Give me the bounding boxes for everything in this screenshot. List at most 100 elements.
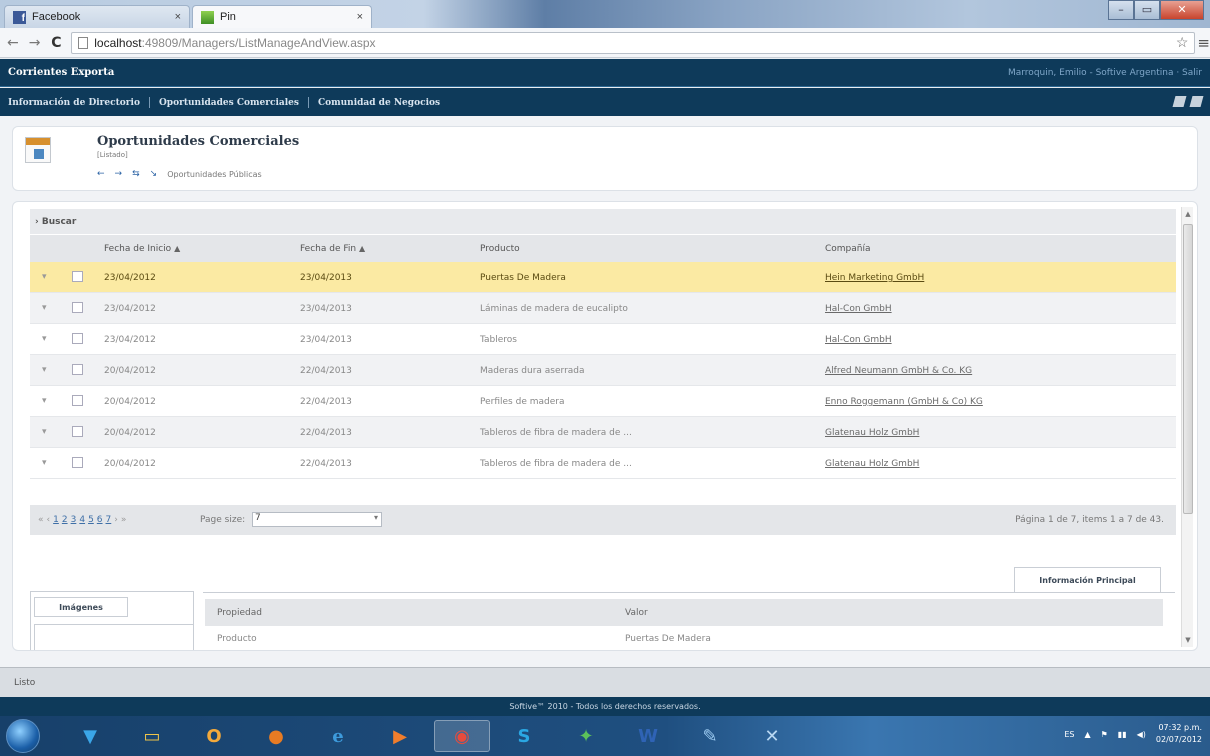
- close-window-button[interactable]: ✕: [1160, 0, 1204, 20]
- public-opportunities-link[interactable]: Oportunidades Públicas: [167, 170, 262, 179]
- row-checkbox[interactable]: [72, 457, 83, 468]
- expand-icon[interactable]: ▾: [42, 427, 47, 437]
- next-page-icon[interactable]: ›: [114, 515, 118, 525]
- scroll-down-icon[interactable]: ▼: [1182, 636, 1194, 644]
- table-row[interactable]: ▾ 20/04/2012 22/04/2013 Perfiles de made…: [30, 386, 1176, 417]
- back-icon[interactable]: ←: [4, 35, 22, 51]
- first-page-icon[interactable]: «: [38, 515, 44, 525]
- edit-icon[interactable]: [1172, 96, 1187, 107]
- expand-icon[interactable]: ▾: [42, 272, 47, 282]
- page-size-value: 7: [255, 513, 261, 523]
- reload-icon[interactable]: C: [48, 35, 66, 51]
- menu-icon[interactable]: ≡: [1197, 34, 1210, 52]
- messenger-icon[interactable]: ✦: [558, 720, 614, 752]
- close-icon[interactable]: ×: [357, 11, 363, 23]
- tab-facebook[interactable]: f Facebook ×: [4, 5, 190, 28]
- swap-icon[interactable]: ⇆: [132, 169, 140, 179]
- forward-icon[interactable]: →: [26, 35, 44, 51]
- outlook-icon[interactable]: O: [186, 720, 242, 752]
- prev-page-icon[interactable]: ‹: [47, 515, 51, 525]
- start-button[interactable]: [6, 719, 40, 753]
- expand-icon[interactable]: ▾: [42, 396, 47, 406]
- tools-icon[interactable]: ✕: [744, 720, 800, 752]
- expand-icon[interactable]: ▾: [42, 334, 47, 344]
- company-link[interactable]: Glatenau Holz GmbH: [825, 459, 919, 469]
- column-header-company[interactable]: Compañía: [825, 244, 871, 254]
- company-link[interactable]: Hal-Con GmbH: [825, 335, 892, 345]
- twitter-icon[interactable]: ▼: [62, 720, 118, 752]
- page-size-select[interactable]: 7 ▾: [252, 512, 382, 527]
- note-icon[interactable]: [1189, 96, 1204, 107]
- folder-icon[interactable]: ▭: [124, 720, 180, 752]
- row-checkbox[interactable]: [72, 302, 83, 313]
- page-link[interactable]: 1: [53, 515, 59, 525]
- maximize-button[interactable]: ▭: [1134, 0, 1160, 20]
- firefox-icon[interactable]: ●: [248, 720, 304, 752]
- skype-icon[interactable]: S: [496, 720, 552, 752]
- close-icon[interactable]: ×: [175, 11, 181, 23]
- page-link[interactable]: 4: [79, 515, 85, 525]
- row-checkbox[interactable]: [72, 395, 83, 406]
- internet-explorer-icon[interactable]: e: [310, 720, 366, 752]
- paint-icon[interactable]: ✎: [682, 720, 738, 752]
- forward-arrow-icon[interactable]: →: [115, 169, 123, 179]
- word-icon[interactable]: W: [620, 720, 676, 752]
- volume-icon[interactable]: ◀): [1137, 730, 1146, 739]
- scrollbar[interactable]: ▲ ▼: [1181, 207, 1193, 647]
- nav-item-directorio[interactable]: Información de Directorio: [8, 98, 140, 108]
- clock[interactable]: 07:32 p.m. 02/07/2012: [1156, 722, 1202, 746]
- scroll-up-icon[interactable]: ▲: [1182, 210, 1194, 218]
- row-checkbox[interactable]: [72, 333, 83, 344]
- table-row[interactable]: ▾ 20/04/2012 22/04/2013 Tableros de fibr…: [30, 448, 1176, 479]
- table-row[interactable]: ▾ 23/04/2012 23/04/2013 Láminas de mader…: [30, 293, 1176, 324]
- minimize-button[interactable]: –: [1108, 0, 1134, 20]
- page-link[interactable]: 2: [62, 515, 68, 525]
- expand-icon[interactable]: ▾: [42, 365, 47, 375]
- nav-item-comunidad[interactable]: Comunidad de Negocios: [318, 98, 440, 108]
- row-checkbox[interactable]: [72, 271, 83, 282]
- expand-icon[interactable]: ▾: [42, 458, 47, 468]
- last-page-icon[interactable]: »: [121, 515, 127, 525]
- page-link[interactable]: 7: [106, 515, 112, 525]
- tab-imagenes[interactable]: Imágenes: [34, 597, 128, 617]
- page-link[interactable]: 6: [97, 515, 103, 525]
- status-text: Listo: [14, 678, 36, 688]
- media-player-icon[interactable]: ▶: [372, 720, 428, 752]
- page-link[interactable]: 3: [71, 515, 77, 525]
- tab-pin[interactable]: Pin ×: [192, 5, 372, 28]
- user-info[interactable]: Marroquin, Emilio - Softive Argentina · …: [1008, 68, 1202, 78]
- back-arrow-icon[interactable]: ←: [97, 169, 105, 179]
- pin-icon: [201, 10, 214, 24]
- company-link[interactable]: Glatenau Holz GmbH: [825, 428, 919, 438]
- table-row[interactable]: ▾ 20/04/2012 22/04/2013 Maderas dura ase…: [30, 355, 1176, 386]
- table-row[interactable]: ▾ 20/04/2012 22/04/2013 Tableros de fibr…: [30, 417, 1176, 448]
- table-row[interactable]: ▾ 23/04/2012 23/04/2013 Puertas De Mader…: [30, 262, 1176, 293]
- bookmark-star-icon[interactable]: ☆: [1176, 34, 1189, 51]
- company-link[interactable]: Alfred Neumann GmbH & Co. KG: [825, 366, 972, 376]
- row-checkbox[interactable]: [72, 426, 83, 437]
- column-header-start[interactable]: Fecha de Inicio ▲: [104, 244, 180, 254]
- tab-informacion-principal[interactable]: Información Principal: [1014, 567, 1161, 593]
- footer-text: Softive™ 2010 - Todos los derechos reser…: [509, 702, 701, 711]
- footer: Softive™ 2010 - Todos los derechos reser…: [0, 697, 1210, 716]
- address-bar[interactable]: localhost:49809/Managers/ListManageAndVi…: [71, 31, 1196, 54]
- column-header-product[interactable]: Producto: [480, 244, 520, 254]
- row-checkbox[interactable]: [72, 364, 83, 375]
- tray-expand-icon[interactable]: ▲: [1084, 730, 1090, 739]
- search-toggle[interactable]: › Buscar: [30, 209, 1176, 234]
- network-icon[interactable]: ▮▮: [1118, 730, 1127, 739]
- nav-item-oportunidades[interactable]: Oportunidades Comerciales: [159, 98, 299, 108]
- company-link[interactable]: Hal-Con GmbH: [825, 304, 892, 314]
- expand-icon[interactable]: ▾: [42, 303, 47, 313]
- page-link[interactable]: 5: [88, 515, 94, 525]
- table-row[interactable]: ▾ 23/04/2012 23/04/2013 Tableros Hal-Con…: [30, 324, 1176, 355]
- column-header-end[interactable]: Fecha de Fin ▲: [300, 244, 365, 254]
- chrome-icon[interactable]: ◉: [434, 720, 490, 752]
- scroll-thumb[interactable]: [1183, 224, 1193, 514]
- branch-icon[interactable]: ↘: [150, 169, 158, 179]
- company-link[interactable]: Enno Roggemann (GmbH & Co) KG: [825, 397, 983, 407]
- flag-icon[interactable]: ⚑: [1101, 730, 1108, 739]
- company-link[interactable]: Hein Marketing GmbH: [825, 273, 924, 283]
- language-indicator[interactable]: ES: [1064, 730, 1074, 739]
- app-name[interactable]: Corrientes Exporta: [8, 67, 114, 78]
